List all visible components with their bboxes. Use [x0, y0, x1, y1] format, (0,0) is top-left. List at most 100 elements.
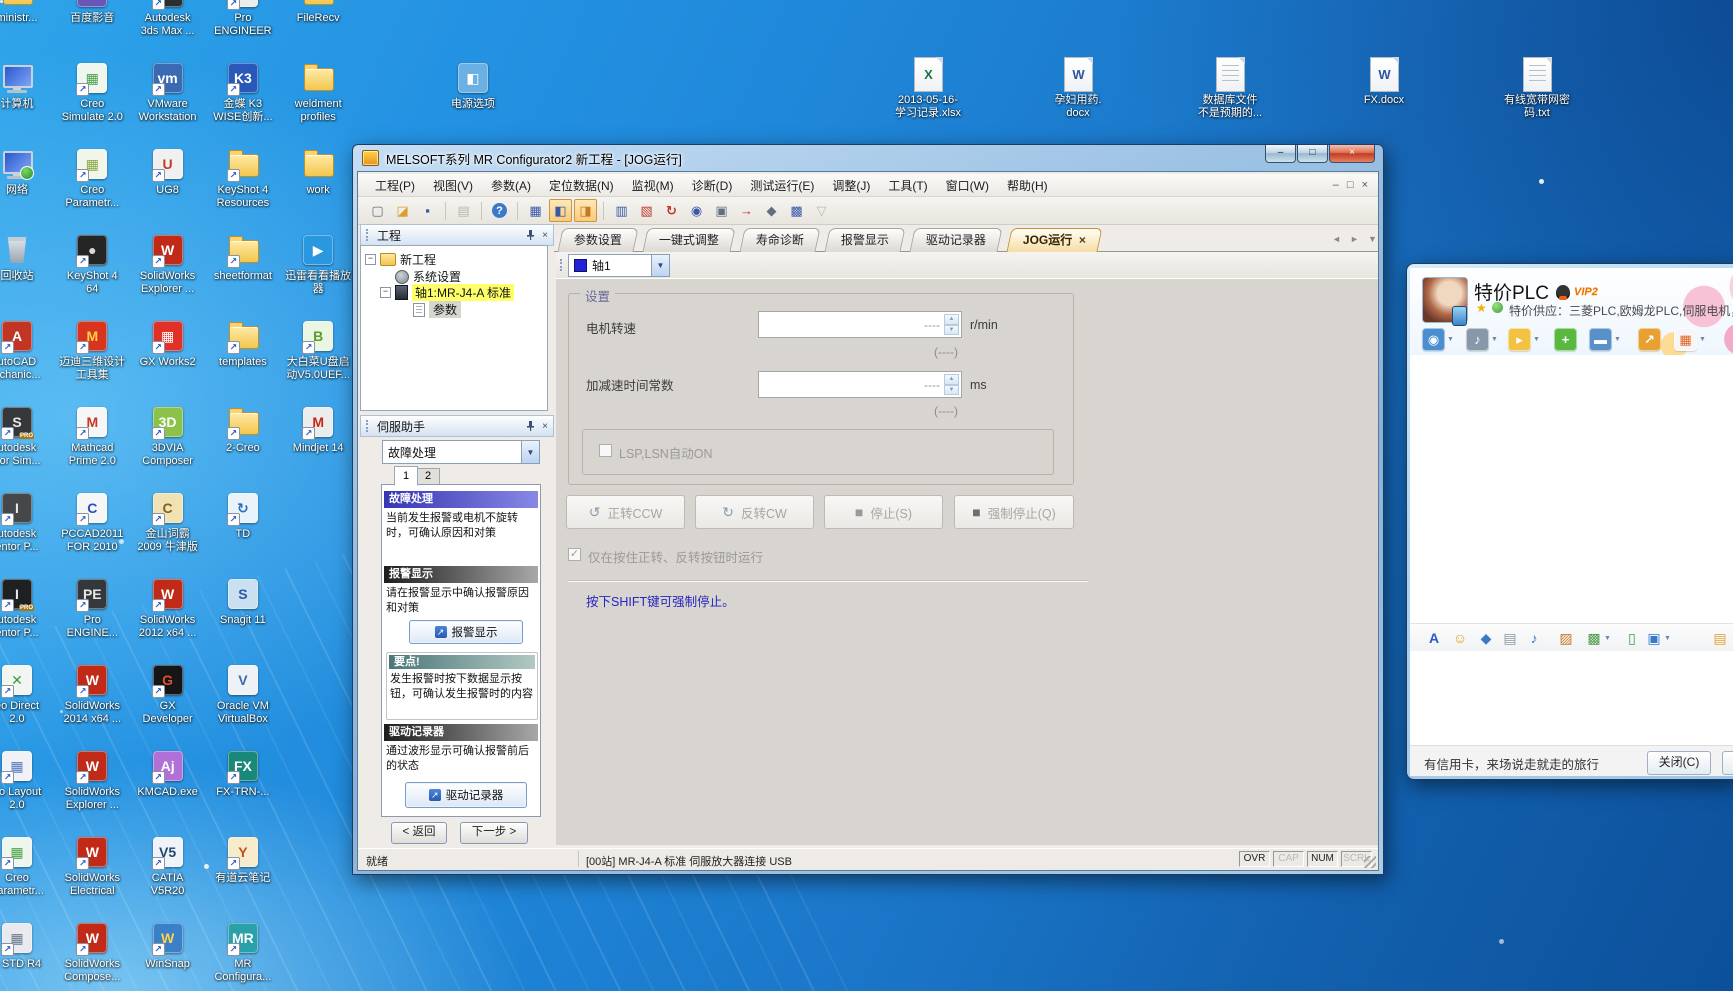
chevron-down-icon[interactable]: ▼ — [1664, 635, 1671, 642]
desktop-icon[interactable]: ↗sheetformat — [207, 232, 279, 283]
desktop-icon[interactable]: M↗迈迪三维设计 工具集 — [56, 318, 128, 382]
back-button[interactable]: < 返回 — [391, 822, 447, 844]
tab-报警显示[interactable]: 报警显示 — [824, 228, 905, 252]
local-file-icon[interactable]: ▯ — [1622, 629, 1642, 647]
spinner[interactable]: ▲▼ — [944, 314, 959, 335]
tab-JOG运行[interactable]: JOG运行× — [1007, 228, 1103, 252]
desktop-icon[interactable]: ▦↗GX Works2 — [132, 318, 204, 369]
desktop-file-icon[interactable]: W孕妇用药. docx — [1013, 56, 1143, 120]
mdi-close-icon[interactable]: × — [1362, 179, 1368, 191]
desktop-icon[interactable]: ↗KeyShot 4 Resources — [207, 146, 279, 210]
panel-grip[interactable] — [366, 229, 372, 241]
desktop-icon[interactable]: W↗SolidWorks Explorer ... — [56, 748, 128, 812]
message-input[interactable] — [1410, 651, 1733, 745]
next-button[interactable]: 下一步 > — [460, 822, 528, 844]
servo-assistant-icon[interactable]: ◨ — [574, 199, 597, 222]
desktop-icon[interactable]: 回收站 — [0, 232, 53, 283]
minimize-button[interactable]: – — [1265, 145, 1296, 163]
voice-message-icon[interactable]: ♪ — [1524, 629, 1544, 647]
chevron-down-icon[interactable]: ▼ — [651, 255, 669, 276]
chat-history-icon[interactable]: ▤ — [1710, 629, 1730, 647]
spinner[interactable]: ▲▼ — [944, 374, 959, 395]
chevron-down-icon[interactable]: ▼ — [1604, 635, 1611, 642]
desktop-icon[interactable]: W↗SolidWorks 2012 x64 ... — [132, 576, 204, 640]
qq-apps-icon[interactable]: ▦ — [1674, 328, 1697, 351]
desktop-icon[interactable]: FileRecv — [282, 0, 354, 25]
assistant-topic-combobox[interactable]: 故障处理 ▼ — [382, 440, 540, 464]
desktop-icon[interactable]: SSnagit 11 — [207, 576, 279, 627]
expander-icon[interactable]: − — [365, 254, 376, 265]
tab-scroll-left-icon[interactable]: ◄ — [1332, 234, 1341, 244]
send-file-icon[interactable]: ▸ — [1508, 328, 1531, 351]
mdi-minimize-icon[interactable]: – — [1333, 179, 1339, 191]
assistant-tab-1[interactable]: 1 — [394, 466, 418, 486]
toolbar-grip[interactable] — [560, 259, 566, 271]
tree-item-parameter[interactable]: 参数 — [413, 302, 461, 317]
hold-to-run-checkbox[interactable] — [568, 548, 581, 561]
desktop-icon[interactable]: MR↗MR Configura... — [207, 920, 279, 984]
docking-window-icon[interactable]: ◧ — [549, 199, 572, 222]
desktop-icon[interactable]: ◧电源选项 — [437, 60, 509, 111]
tree-item-axis1[interactable]: − 轴1:MR-J4-A 标准 — [380, 285, 514, 300]
ad-text[interactable]: 有信用卡，来场说走就走的旅行 — [1424, 754, 1599, 773]
save-project-icon[interactable]: ▪ — [416, 199, 439, 222]
message-area[interactable] — [1410, 355, 1733, 623]
shake-window-icon[interactable]: ◆ — [1476, 629, 1496, 647]
axis-combobox[interactable]: 轴1 ▼ — [568, 254, 670, 277]
desktop-icon[interactable]: 3↗Autodesk 3ds Max ... — [132, 0, 204, 38]
new-project-icon[interactable]: ▢ — [366, 199, 389, 222]
desktop-icon[interactable]: IPRO↗utodesk entor P... — [0, 576, 53, 640]
desktop-icon[interactable]: ↗2-Creo — [207, 404, 279, 455]
desktop-icon[interactable]: C↗PCCAD2011 FOR 2010 — [56, 490, 128, 554]
close-button[interactable]: × — [1329, 145, 1375, 163]
tree-item-label[interactable]: 新工程 — [400, 251, 436, 268]
menu-item[interactable]: 监视(M) — [623, 176, 683, 196]
forward-ccw-button[interactable]: ↺ 正转CCW — [566, 495, 685, 529]
menu-item[interactable]: 工具(T) — [879, 176, 936, 196]
tab-scroll-right-icon[interactable]: ► — [1350, 234, 1359, 244]
tab-寿命诊断[interactable]: 寿命诊断 — [739, 228, 820, 252]
desktop-file-icon[interactable]: 数据库文件 不是预期的... — [1165, 56, 1295, 120]
send-button[interactable]: 发送(S) — [1722, 751, 1733, 775]
menu-item[interactable]: 调整(J) — [823, 176, 879, 196]
desktop-icon[interactable]: G↗GX Developer — [132, 662, 204, 726]
drive-recorder-button[interactable]: ↗ 驱动记录器 — [405, 782, 527, 808]
panel-grip[interactable] — [366, 420, 372, 432]
panel-close-icon[interactable]: × — [542, 230, 548, 241]
desktop-icon[interactable]: PE↗Pro ENGINE... — [56, 576, 128, 640]
tab-参数设置[interactable]: 参数设置 — [557, 228, 638, 252]
desktop-file-icon[interactable]: 有线宽带网密 码.txt — [1472, 56, 1602, 120]
desktop-icon[interactable]: ▦↗Creo Parametr... — [56, 146, 128, 210]
close-chat-button[interactable]: 关闭(C) — [1647, 751, 1711, 775]
accel-input[interactable]: ---- ▲▼ — [758, 371, 962, 398]
filter-icon[interactable]: ▽ — [810, 199, 833, 222]
desktop-icon[interactable]: vm↗VMware Workstation — [132, 60, 204, 124]
font-style-icon[interactable]: A — [1424, 629, 1444, 647]
desktop-icon[interactable]: 3D↗3DVIA Composer — [132, 404, 204, 468]
pin-icon[interactable] — [526, 421, 535, 431]
desktop-icon[interactable]: W↗WinSnap — [132, 920, 204, 971]
desktop-icon[interactable]: V5↗CATIA V5R20 — [132, 834, 204, 898]
desktop-icon[interactable]: ▶百度影音 — [56, 0, 128, 25]
desktop-icon[interactable]: W↗SolidWorks Compose... — [56, 920, 128, 984]
monitor-icon[interactable]: ↻ — [660, 199, 683, 222]
reverse-cw-button[interactable]: ↻ 反转CW — [695, 495, 814, 529]
expander-icon[interactable]: − — [380, 287, 391, 298]
desktop-icon[interactable]: ↗templates — [207, 318, 279, 369]
screen-capture-icon[interactable]: ▣ — [1644, 629, 1664, 647]
mdi-restore-icon[interactable]: □ — [1347, 179, 1354, 191]
desktop-icon[interactable]: A↗utoCAD echanic... — [0, 318, 53, 382]
tree-item-label-highlighted[interactable]: 轴1:MR-J4-A 标准 — [412, 284, 514, 301]
tab-驱动记录器[interactable]: 驱动记录器 — [910, 228, 1003, 252]
tab-list-icon[interactable]: ▼ — [1368, 234, 1377, 244]
desktop-icon[interactable]: C↗金山词霸 2009 牛津版 — [132, 490, 204, 554]
connection-setup-icon[interactable]: ▦ — [524, 199, 547, 222]
image-icon[interactable]: ▩ — [1584, 629, 1604, 647]
desktop-icon[interactable]: PE↗Pro ENGINEER — [207, 0, 279, 38]
positioning-data-icon[interactable]: ▧ — [635, 199, 658, 222]
tree-item-label[interactable]: 系统设置 — [413, 268, 461, 285]
voice-call-icon[interactable]: ♪ — [1466, 328, 1489, 351]
tab-一键式调整[interactable]: 一键式调整 — [642, 228, 735, 252]
desktop-icon[interactable]: ▦↗Creo Parametr... — [0, 834, 53, 898]
desktop-icon[interactable]: 计算机 — [0, 60, 53, 111]
